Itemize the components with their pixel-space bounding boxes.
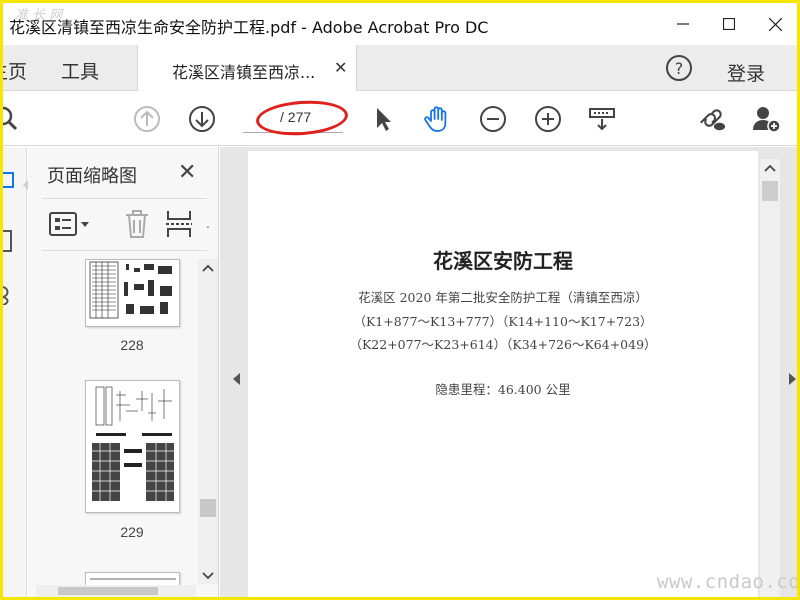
extract-icon[interactable]: [166, 209, 192, 239]
zoom-in-icon: [535, 106, 561, 132]
scroll-down-icon[interactable]: [202, 571, 214, 581]
tab-document[interactable]: 花溪区清镇至西凉... ✕: [137, 45, 357, 91]
page-thumbnail[interactable]: [85, 259, 180, 327]
expand-right-panel-icon[interactable]: [789, 373, 796, 385]
search-icon: [3, 106, 18, 131]
panel-divider-2: [42, 250, 207, 251]
panel-horizontal-scrollbar[interactable]: [36, 585, 196, 597]
document-heading: 花溪区安防工程: [433, 249, 573, 273]
tab-tools[interactable]: 工具: [61, 57, 99, 84]
select-cursor-icon: [377, 108, 391, 131]
minimize-button[interactable]: [660, 3, 706, 45]
close-icon: [768, 17, 782, 31]
page-thumbnails-icon[interactable]: [3, 169, 17, 191]
share-link-icon: [700, 109, 726, 131]
panel-vertical-scrollbar[interactable]: [198, 259, 218, 584]
hand-tool-icon: [424, 106, 447, 132]
next-page-button[interactable]: [187, 104, 217, 134]
thumbnail-panel: 页面缩略图 ✕ . 228 229: [28, 147, 219, 597]
maximize-icon: [723, 18, 735, 30]
title-bar: 准 长 网 花溪区清镇至西凉生命安全防护工程.pdf - Adobe Acrob…: [3, 3, 797, 45]
zoom-out-button[interactable]: [478, 104, 508, 134]
site-watermark: www.cndao.com: [657, 571, 797, 593]
prev-page-button[interactable]: [132, 104, 162, 134]
minimize-icon: [677, 23, 689, 25]
close-tab-button[interactable]: ✕: [334, 58, 347, 78]
thumbnail-page-label: 228: [120, 337, 144, 353]
close-window-button[interactable]: [752, 3, 797, 45]
attachments-icon[interactable]: [3, 285, 15, 305]
scroll-up-icon[interactable]: [202, 263, 214, 273]
document-scrollbar[interactable]: [760, 159, 780, 597]
login-button[interactable]: 登录: [727, 59, 765, 86]
collapse-panel-icon[interactable]: [233, 373, 240, 385]
help-icon[interactable]: ?: [665, 54, 693, 82]
document-tab-label: 花溪区清镇至西凉...: [172, 63, 316, 82]
more-tools-indicator: .: [206, 215, 210, 231]
thumbnail-preview: [89, 261, 172, 319]
scroll-up-icon[interactable]: [764, 163, 776, 173]
tab-bar: 主页 工具 花溪区清镇至西凉... ✕ ? 登录: [3, 45, 797, 91]
left-rail: [3, 147, 31, 597]
prev-page-icon: [134, 106, 160, 132]
add-user-icon: [753, 107, 781, 133]
close-panel-button[interactable]: ✕: [178, 159, 196, 185]
share-link-button[interactable]: [697, 104, 727, 134]
toolbar: / 277: [3, 91, 797, 146]
svg-text:?: ?: [675, 59, 684, 78]
scroll-mode-icon: [589, 108, 615, 131]
thumbnail-preview: [92, 386, 174, 501]
document-scroll-thumb[interactable]: [762, 181, 778, 201]
tab-home[interactable]: 主页: [3, 57, 27, 84]
document-stations-2: （K22+077～K23+614）（K34+726～K64+049）: [349, 337, 657, 352]
zoom-in-button[interactable]: [533, 104, 563, 134]
maximize-button[interactable]: [706, 3, 752, 45]
add-user-button[interactable]: [751, 104, 781, 134]
document-stations-1: （K1+877～K13+777）（K14+110～K17+723）: [353, 314, 653, 329]
delete-icon[interactable]: [124, 209, 150, 239]
panel-title: 页面缩略图: [47, 166, 137, 187]
zoom-out-icon: [480, 106, 506, 132]
thumbnail-options-icon[interactable]: [48, 211, 94, 237]
window-title: 花溪区清镇至西凉生命安全防护工程.pdf - Adobe Acrobat Pro…: [9, 18, 489, 37]
document-subtitle: 花溪区 2020 年第二批安全防护工程（清镇至西凉）: [358, 290, 648, 305]
panel-divider: [42, 198, 207, 199]
search-button[interactable]: [3, 104, 21, 134]
hscroll-thumb[interactable]: [58, 587, 158, 595]
next-page-icon: [189, 106, 215, 132]
thumbnail-page-label: 229: [120, 524, 144, 540]
document-view[interactable]: 花溪区安防工程 花溪区 2020 年第二批安全防护工程（清镇至西凉） （K1+8…: [220, 147, 797, 597]
document-mileage: 隐患里程：46.400 公里: [435, 382, 571, 397]
select-tool-button[interactable]: [368, 104, 398, 134]
hand-tool-button[interactable]: [422, 104, 452, 134]
scroll-thumb[interactable]: [200, 499, 216, 517]
pdf-page: 花溪区安防工程 花溪区 2020 年第二批安全防护工程（清镇至西凉） （K1+8…: [248, 151, 758, 597]
acrobat-window: 准 长 网 花溪区清镇至西凉生命安全防护工程.pdf - Adobe Acrob…: [3, 3, 797, 597]
page-thumbnail[interactable]: [85, 380, 180, 513]
bookmarks-icon[interactable]: [3, 229, 15, 253]
scroll-mode-button[interactable]: [587, 104, 617, 134]
